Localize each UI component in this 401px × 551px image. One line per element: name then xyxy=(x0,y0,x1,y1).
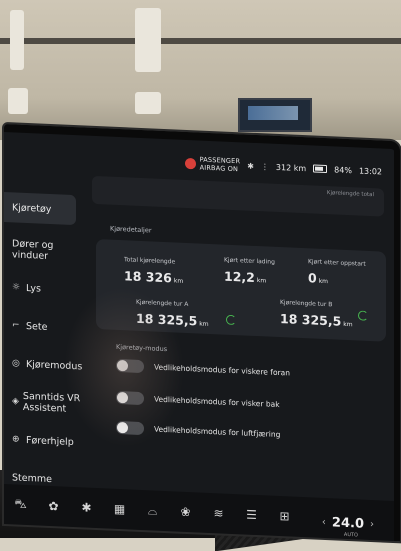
temperature-up-icon[interactable]: › xyxy=(370,519,374,530)
unit-label: km xyxy=(318,277,329,286)
reset-trip-a-icon[interactable] xyxy=(226,314,236,326)
trip-b-value: 18 325,5 xyxy=(280,311,342,329)
background-wall xyxy=(0,0,401,140)
toggle-row-front-wipers[interactable]: Vedlikeholdsmodus for viskere foran xyxy=(116,358,290,380)
total-mileage: Total kjørelengde 18 326 km xyxy=(124,256,183,287)
sidebar-item-vehicle[interactable]: Kjøretøy xyxy=(4,192,76,226)
sidebar-item-label: Sanntids VR Assistent xyxy=(22,390,81,415)
status-bar: PASSENGER AIRBAG ON ✱ ⋮ 312 km 84% 13:02 xyxy=(184,154,382,181)
headlight-icon[interactable]: ☰ xyxy=(235,507,268,522)
toggle-row-air-suspension[interactable]: Vedlikeholdsmodus for luftfjæring xyxy=(116,420,281,441)
bluetooth-icon: ✱ xyxy=(247,161,254,171)
battery-icon xyxy=(313,164,328,174)
sidebar-item-label: Kjøremodus xyxy=(26,358,83,372)
bluetooth-icon[interactable]: ✱ xyxy=(70,500,103,515)
since-start-value: 0 xyxy=(308,270,317,286)
since-start-mileage: Kjørt etter oppstart 0 km xyxy=(308,258,366,289)
car-icon[interactable]: ⛍ xyxy=(4,496,37,513)
background-monitor xyxy=(238,98,312,132)
front-defrost-icon[interactable]: ⌓ xyxy=(136,502,169,518)
total-mileage-value: 18 326 xyxy=(124,268,172,286)
temperature-mode: AUTO xyxy=(343,531,358,539)
seat-icon: ⌐ xyxy=(12,320,20,331)
sidebar-item-driver-assist[interactable]: ⊕ Førerhjelp xyxy=(4,420,84,461)
toggle-row-rear-wiper[interactable]: Vedlikeholdsmodus for visker bak xyxy=(116,390,280,411)
air-suspension-maintenance-toggle[interactable] xyxy=(116,420,144,436)
driver-assist-icon: ⊕ xyxy=(12,434,20,445)
wall-fixture xyxy=(135,8,161,72)
since-start-label: Kjørt etter oppstart xyxy=(308,258,366,268)
sidebar-item-label: Kjøretøy xyxy=(12,201,52,215)
sidebar-item-label: Sete xyxy=(26,320,48,333)
battery-percent: 84% xyxy=(334,164,352,175)
sidebar-item-lights[interactable]: ☼ Lys xyxy=(4,268,84,309)
driving-details-title: Kjøredetaljer xyxy=(110,224,152,235)
trip-b-mileage: Kjørelengde tur B 18 325,5 km xyxy=(280,299,353,330)
since-charge-label: Kjørt etter lading xyxy=(224,256,275,266)
wall-fixture xyxy=(8,88,28,114)
driving-details-card: Total kjørelengde 18 326 km Kjørt etter l… xyxy=(96,239,386,342)
apps-icon[interactable]: ✿ xyxy=(37,498,70,513)
toggle-label: Vedlikeholdsmodus for visker bak xyxy=(154,394,280,410)
sidebar-item-label: Stemme xyxy=(12,471,52,485)
wall-rail xyxy=(0,38,401,44)
temperature-control: ‹ 24.0 AUTO › xyxy=(322,515,374,538)
seat-heating-icon[interactable]: ≋ xyxy=(202,506,235,521)
trip-a-label: Kjørelengde tur A xyxy=(136,298,189,309)
rear-defrost-icon[interactable]: ▦ xyxy=(103,501,136,516)
airbag-icon xyxy=(184,157,196,169)
vr-assistant-icon: ◈ xyxy=(12,396,19,407)
trip-a-value: 18 325,5 xyxy=(136,310,198,329)
infotainment-screen: PASSENGER AIRBAG ON ✱ ⋮ 312 km 84% 13:02… xyxy=(4,124,400,542)
wall-fixture xyxy=(135,92,161,114)
settings-search-bar[interactable]: Kjørelengde total xyxy=(92,175,384,217)
grid-icon[interactable]: ⊞ xyxy=(268,509,301,524)
trip-a-mileage: Kjørelengde tur A 18 325,5 km xyxy=(136,299,209,330)
range-readout: 312 km xyxy=(275,162,307,173)
unit-label: km xyxy=(173,277,184,285)
sidebar-item-vr-assistant[interactable]: ◈ Sanntids VR Assistent xyxy=(4,382,84,423)
unit-label: km xyxy=(343,320,353,329)
signal-icon: ⋮ xyxy=(260,161,269,172)
steering-wheel-icon: ◎ xyxy=(12,358,20,369)
sidebar-item-label: Dører og vinduer xyxy=(12,238,54,262)
sidebar-item-doors-windows[interactable]: Dører og vinduer xyxy=(4,230,84,271)
sidebar-item-seat[interactable]: ⌐ Sete xyxy=(4,306,84,347)
clock: 13:02 xyxy=(358,165,382,177)
trip-b-label: Kjørelengde tur B xyxy=(280,299,333,309)
front-wiper-maintenance-toggle[interactable] xyxy=(116,358,144,374)
settings-sidebar: Kjøretøy Dører og vinduer ☼ Lys ⌐ Sete ◎… xyxy=(4,192,84,499)
search-hint: Kjørelengde total xyxy=(326,190,374,199)
wall-fixture xyxy=(10,10,24,70)
unit-label: km xyxy=(256,277,267,285)
sidebar-item-drive-mode[interactable]: ◎ Kjøremodus xyxy=(4,344,84,385)
rear-wiper-maintenance-toggle[interactable] xyxy=(116,390,144,406)
since-charge-value: 12,2 xyxy=(224,268,255,285)
airbag-status-line2: AIRBAG ON xyxy=(199,163,239,174)
sidebar-item-label: Førerhjelp xyxy=(26,434,74,448)
since-charge-mileage: Kjørt etter lading 12,2 km xyxy=(224,257,275,287)
toggle-label: Vedlikeholdsmodus for viskere foran xyxy=(154,362,290,378)
sidebar-item-label: Lys xyxy=(26,282,41,295)
light-icon: ☼ xyxy=(12,282,21,293)
airbag-indicator: PASSENGER AIRBAG ON xyxy=(184,155,240,174)
vehicle-mode-title: Kjøretøy-modus xyxy=(116,342,168,354)
temperature-down-icon[interactable]: ‹ xyxy=(322,517,326,528)
reset-trip-b-icon[interactable] xyxy=(358,310,368,321)
toggle-label: Vedlikeholdsmodus for luftfjæring xyxy=(154,424,281,440)
temperature-value: 24.0 xyxy=(331,515,364,532)
total-mileage-label: Total kjørelengde xyxy=(124,256,176,266)
unit-label: km xyxy=(199,320,209,328)
fan-icon[interactable]: ❀ xyxy=(169,504,202,519)
